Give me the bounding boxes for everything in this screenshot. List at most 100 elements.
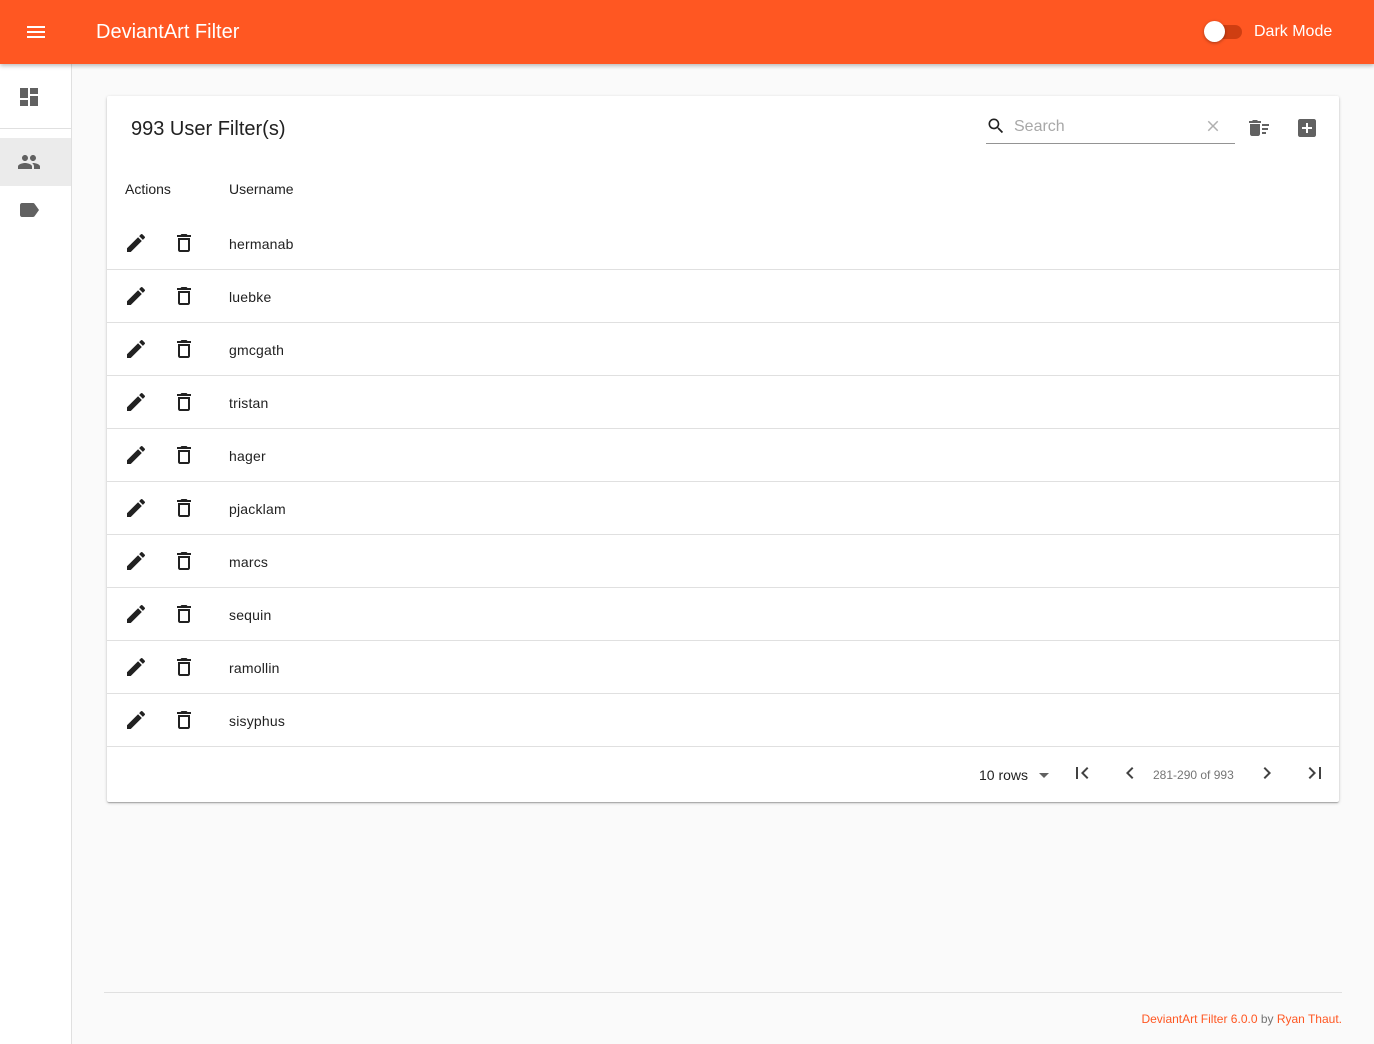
table-body: hermanab luebke gmcgath tristan hager pjackla…: [107, 217, 1339, 747]
nav-item-dashboard[interactable]: [0, 73, 71, 121]
delete-button[interactable]: [172, 231, 196, 255]
delete-icon: [177, 340, 191, 358]
edit-button[interactable]: [124, 337, 148, 361]
delete-button[interactable]: [172, 337, 196, 361]
last-page-icon: [1308, 767, 1321, 779]
app-version-link[interactable]: DeviantArt Filter 6.0.0: [1141, 1012, 1257, 1026]
rows-per-page-value: 10 rows: [979, 767, 1029, 783]
delete-button[interactable]: [172, 549, 196, 573]
search-input[interactable]: [1014, 115, 1194, 139]
edit-button[interactable]: [124, 231, 148, 255]
delete-icon: [177, 287, 191, 305]
footer-divider: [104, 992, 1342, 993]
edit-button[interactable]: [124, 284, 148, 308]
delete-button[interactable]: [172, 390, 196, 414]
delete-icon: [177, 658, 191, 676]
username-cell: hermanab: [229, 236, 294, 252]
delete-icon: [177, 393, 191, 411]
pagination: 10 rows 281-290 of 993: [107, 748, 1339, 802]
delete-button[interactable]: [172, 602, 196, 626]
nav-divider: [0, 128, 71, 129]
previous-page-button[interactable]: [1116, 759, 1144, 787]
delete-button[interactable]: [172, 655, 196, 679]
edit-icon: [127, 445, 146, 464]
delete-button[interactable]: [172, 284, 196, 308]
edit-button[interactable]: [124, 496, 148, 520]
table-row: hager: [107, 429, 1339, 482]
dropdown-arrow-icon: [1039, 773, 1050, 778]
edit-button[interactable]: [124, 443, 148, 467]
last-page-button[interactable]: [1301, 759, 1329, 787]
switch-thumb: [1204, 21, 1225, 42]
dashboard-icon: [20, 88, 38, 106]
username-cell: ramollin: [229, 660, 280, 676]
edit-button[interactable]: [124, 708, 148, 732]
menu-icon: [27, 26, 45, 38]
author-link[interactable]: Ryan Thaut.: [1277, 1012, 1342, 1026]
footer: DeviantArt Filter 6.0.0 by Ryan Thaut.: [1141, 1012, 1342, 1026]
column-header-actions: Actions: [125, 181, 171, 197]
first-page-icon: [1076, 767, 1089, 779]
edit-icon: [127, 551, 146, 570]
column-header-username[interactable]: Username: [229, 181, 294, 197]
delete-button[interactable]: [172, 496, 196, 520]
nav-drawer: [0, 64, 72, 1044]
edit-icon: [127, 604, 146, 623]
delete-icon: [177, 499, 191, 517]
delete-icon: [177, 446, 191, 464]
table-row: hermanab: [107, 217, 1339, 270]
delete-button[interactable]: [172, 443, 196, 467]
table-header: Actions Username: [107, 170, 1339, 208]
dark-mode-switch[interactable]: [1204, 20, 1244, 44]
dark-mode-label[interactable]: Dark Mode: [1254, 23, 1332, 41]
nav-item-tags[interactable]: [0, 186, 71, 234]
menu-button[interactable]: [14, 10, 58, 54]
edit-button[interactable]: [124, 655, 148, 679]
search-field[interactable]: [986, 112, 1235, 144]
username-cell: sequin: [229, 607, 272, 623]
rows-per-page-select[interactable]: 10 rows: [979, 764, 1056, 786]
edit-icon: [127, 339, 146, 358]
delete-button[interactable]: [172, 708, 196, 732]
username-cell: hager: [229, 448, 266, 464]
edit-button[interactable]: [124, 549, 148, 573]
edit-icon: [127, 657, 146, 676]
first-page-button[interactable]: [1068, 759, 1096, 787]
table-row: luebke: [107, 270, 1339, 323]
username-cell: luebke: [229, 289, 272, 305]
table-row: tristan: [107, 376, 1339, 429]
clear-search-icon[interactable]: [1204, 117, 1222, 135]
edit-icon: [127, 498, 146, 517]
edit-button[interactable]: [124, 390, 148, 414]
edit-button[interactable]: [124, 602, 148, 626]
app-title: DeviantArt Filter: [96, 21, 240, 43]
username-cell: gmcgath: [229, 342, 285, 358]
user-filters-card: 993 User Filter(s) Actions Username herm…: [107, 96, 1339, 802]
footer-by-text: by: [1257, 1012, 1277, 1026]
table-row: sequin: [107, 588, 1339, 641]
add-filter-button[interactable]: [1291, 112, 1323, 144]
nav-item-users[interactable]: [0, 138, 71, 186]
edit-icon: [127, 233, 146, 252]
chevron-left-icon: [1126, 767, 1134, 779]
username-cell: tristan: [229, 395, 269, 411]
search-icon: [988, 118, 1004, 134]
delete-sweep-icon: [1249, 120, 1269, 136]
edit-icon: [127, 286, 146, 305]
username-cell: pjacklam: [229, 501, 286, 517]
page-range: 281-290 of 993: [1153, 768, 1234, 782]
table-row: marcs: [107, 535, 1339, 588]
delete-icon: [177, 234, 191, 252]
table-row: sisyphus: [107, 694, 1339, 747]
app-bar: DeviantArt Filter Dark Mode: [0, 0, 1374, 64]
table-row: gmcgath: [107, 323, 1339, 376]
add-box-icon: [1298, 119, 1316, 137]
chevron-right-icon: [1263, 767, 1271, 779]
delete-icon: [177, 605, 191, 623]
table-row: pjacklam: [107, 482, 1339, 535]
next-page-button[interactable]: [1253, 759, 1281, 787]
delete-all-button[interactable]: [1243, 112, 1275, 144]
delete-icon: [177, 552, 191, 570]
delete-icon: [177, 711, 191, 729]
edit-icon: [127, 710, 146, 729]
